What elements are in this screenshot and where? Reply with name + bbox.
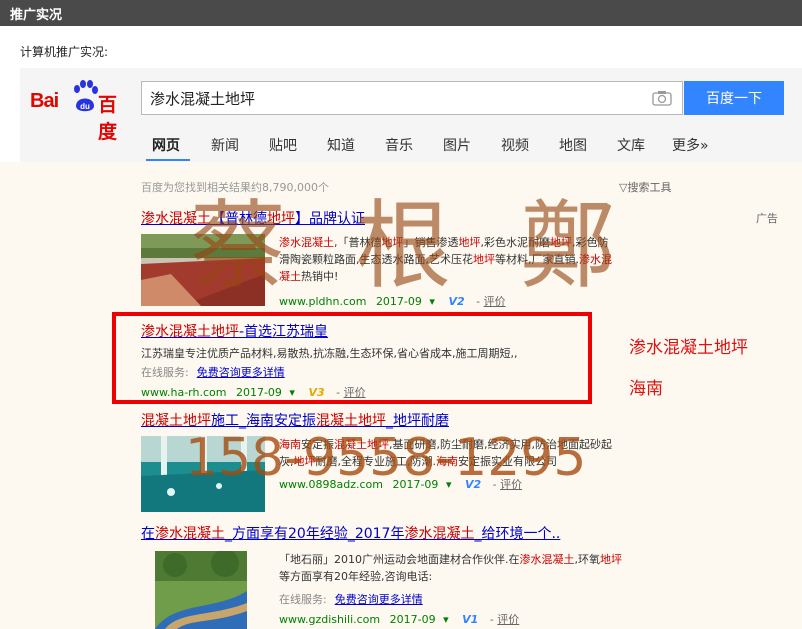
tab-web[interactable]: 网页 xyxy=(152,135,180,155)
tab-music[interactable]: 音乐 xyxy=(385,135,413,155)
result-thumbnail[interactable] xyxy=(155,551,247,629)
verify-badge[interactable]: V2 xyxy=(448,295,464,308)
tab-more[interactable]: 更多» xyxy=(672,135,709,155)
tab-map[interactable]: 地图 xyxy=(559,135,587,155)
result-url-line: www.gzdishili.com 2017-09 ▾ V1 - 评价 xyxy=(279,611,519,627)
result-title[interactable]: 渗水混凝土【普林德地坪】品牌认证 xyxy=(141,208,365,228)
logo-du: du xyxy=(80,102,90,111)
result-thumbnail[interactable] xyxy=(141,436,265,512)
result-title[interactable]: 在渗水混凝土_方面享有20年经验_2017年渗水混凝土_给环境一个.. xyxy=(141,523,560,543)
result-thumbnail[interactable] xyxy=(141,234,265,306)
top-bar: 推广实况 xyxy=(0,0,802,26)
eval-link[interactable]: - 评价 xyxy=(493,478,522,491)
paw-icon: du xyxy=(74,80,98,112)
result-url[interactable]: www.0898adz.com xyxy=(279,478,383,491)
verify-badge[interactable]: V1 xyxy=(462,613,478,626)
search-tools[interactable]: ▽搜索工具 xyxy=(619,179,671,195)
result-title[interactable]: 混凝土地坪施工_海南安定振混凝土地坪_地坪耐磨 xyxy=(141,410,449,430)
result-description: 「地石丽」2010广州运动会地面建材合作伙伴.在渗水混凝土,环氧地坪 等方面享有2… xyxy=(279,553,622,583)
camera-icon[interactable] xyxy=(652,90,672,106)
dropdown-arrow-icon[interactable]: ▾ xyxy=(429,295,435,308)
baidu-logo[interactable]: Bai du 百度 xyxy=(30,80,135,143)
result-date: 2017-09 xyxy=(375,295,422,308)
result-date: 2017-09 xyxy=(392,478,439,491)
top-bar-title: 推广实况 xyxy=(10,8,63,23)
logo-latin: Bai xyxy=(30,90,59,112)
search-input[interactable] xyxy=(142,82,622,114)
online-service-label: 在线服务: xyxy=(279,593,327,606)
baidu-header: Bai du 百度 百度一下 网页 新闻 贴吧 知道 音乐 图片 视频 地图 文… xyxy=(20,68,802,162)
active-tab-underline xyxy=(146,159,190,161)
online-service: 在线服务: 免费咨询更多详情 xyxy=(279,591,423,607)
result-url-line: www.0898adz.com 2017-09 ▾ V2 - 评价 xyxy=(279,476,522,492)
dropdown-arrow-icon[interactable]: ▾ xyxy=(446,478,452,491)
search-tabs: 网页 新闻 贴吧 知道 音乐 图片 视频 地图 文库 更多» xyxy=(20,132,802,162)
search-box xyxy=(141,81,683,115)
tab-wenku[interactable]: 文库 xyxy=(617,135,645,155)
search-button[interactable]: 百度一下 xyxy=(684,81,784,115)
side-label-region: 海南 xyxy=(629,379,663,399)
tab-video[interactable]: 视频 xyxy=(501,135,529,155)
result-date: 2017-09 xyxy=(389,613,436,626)
result-description: 海南安定振混凝土地坪,基面研磨,防尘耐磨,经济实用,防治地面起砂起 灰,地坪耐磨,… xyxy=(279,438,612,468)
result-url-line: www.pldhn.com 2017-09 ▾ V2 - 评价 xyxy=(279,293,506,309)
section-subtitle: 计算机推广实况: xyxy=(20,45,109,59)
dropdown-arrow-icon[interactable]: ▾ xyxy=(443,613,449,626)
result-description: 渗水混凝土,「普林德地坪」销售渗透地坪,彩色水泥耐磨地坪,彩色防 滑陶瓷颗粒路面,… xyxy=(279,236,612,283)
eval-link[interactable]: - 评价 xyxy=(476,295,505,308)
tab-tieba[interactable]: 贴吧 xyxy=(269,135,297,155)
eval-link[interactable]: - 评价 xyxy=(490,613,519,626)
result-url[interactable]: www.gzdishili.com xyxy=(279,613,380,626)
tab-news[interactable]: 新闻 xyxy=(211,135,239,155)
ad-label: 广告 xyxy=(756,212,778,225)
side-label-keyword: 渗水混凝土地坪 xyxy=(629,338,748,358)
verify-badge[interactable]: V2 xyxy=(465,478,481,491)
result-stats: 百度为您找到相关结果约8,790,000个 xyxy=(141,181,329,194)
result-url[interactable]: www.pldhn.com xyxy=(279,295,366,308)
tab-zhidao[interactable]: 知道 xyxy=(327,135,355,155)
online-service-link[interactable]: 免费咨询更多详情 xyxy=(335,593,423,606)
highlight-frame xyxy=(112,312,592,404)
tab-images[interactable]: 图片 xyxy=(443,135,471,155)
